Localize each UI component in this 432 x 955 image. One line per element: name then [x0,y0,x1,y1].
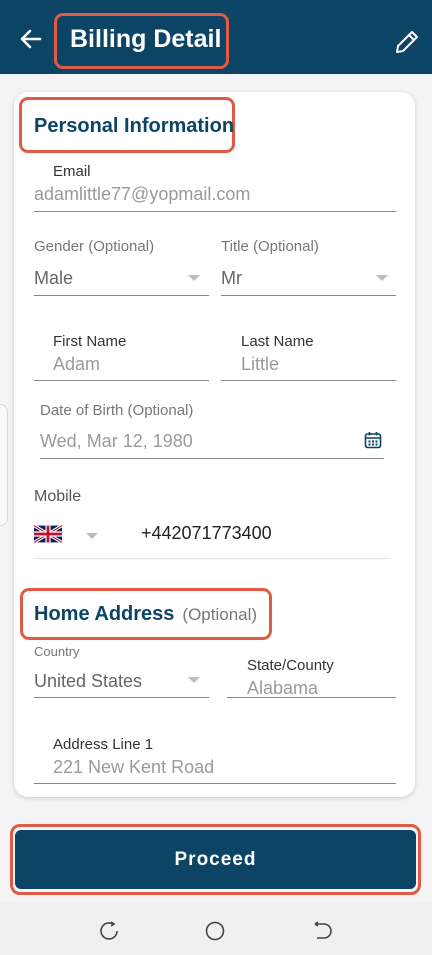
address-line1-label: Address Line 1 [53,736,154,753]
last-name-field[interactable]: Little [241,354,279,375]
last-name-label: Last Name [241,333,314,350]
title-select[interactable]: Mr [221,268,242,289]
pencil-icon[interactable] [393,28,421,56]
state-underline [227,697,396,698]
email-underline [34,211,396,212]
gender-underline [34,295,209,296]
dob-label: Date of Birth (Optional) [40,402,194,419]
title-label: Title (Optional) [221,238,319,255]
gender-label: Gender (Optional) [34,238,155,255]
chevron-down-icon[interactable] [188,677,200,683]
mobile-field[interactable]: +442071773400 [141,523,272,544]
first-name-label: First Name [53,333,127,350]
email-label: Email [53,163,91,180]
country-underline [34,697,209,698]
first-name-underline [34,380,209,381]
chevron-down-icon[interactable] [376,275,388,281]
address-line1-underline [34,783,396,784]
email-field[interactable]: adamlittle77@yopmail.com [34,184,250,205]
dob-field[interactable]: Wed, Mar 12, 1980 [40,431,193,452]
recent-apps-icon[interactable] [98,920,120,942]
address-line1-field[interactable]: 221 New Kent Road [53,757,214,778]
country-label: Country [34,644,80,659]
uk-flag-icon[interactable] [34,525,62,543]
state-field[interactable]: Alabama [247,678,318,699]
proceed-button[interactable]: Proceed [15,830,416,889]
nav-back-icon[interactable] [310,920,332,942]
personal-info-title: Personal Information [34,115,235,137]
chevron-down-icon[interactable] [86,533,98,539]
country-select[interactable]: United States [34,671,142,692]
side-drawer-handle[interactable] [0,404,8,526]
arrow-left-icon[interactable] [18,26,44,52]
dob-underline [40,458,384,459]
calendar-icon[interactable] [364,431,382,449]
state-label: State/County [247,657,334,674]
page-title: Billing Detail [70,25,222,53]
chevron-down-icon[interactable] [188,275,200,281]
home-address-title: Home Address (Optional) [34,603,258,625]
title-underline [221,295,396,296]
home-icon[interactable] [204,920,226,942]
mobile-underline [34,558,390,559]
last-name-underline [221,380,396,381]
gender-select[interactable]: Male [34,268,73,289]
first-name-field[interactable]: Adam [53,354,100,375]
mobile-label: Mobile [34,488,82,505]
